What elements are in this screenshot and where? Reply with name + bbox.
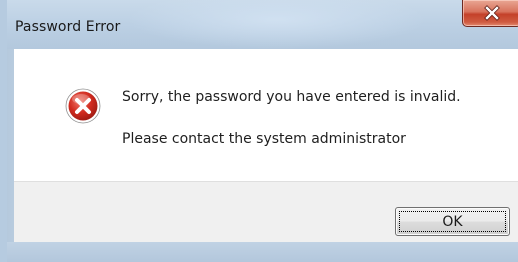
ok-button[interactable]: OK <box>395 207 510 236</box>
ok-button-label: OK <box>399 211 506 232</box>
close-button[interactable] <box>462 0 518 27</box>
close-icon <box>484 5 500 21</box>
dialog-title: Password Error <box>15 19 121 35</box>
window-bottom-border <box>7 242 518 262</box>
error-message-primary: Sorry, the password you have entered is … <box>122 89 461 105</box>
title-bar[interactable]: Password Error <box>7 0 518 49</box>
error-icon <box>65 88 101 124</box>
dialog-window: Password Error Sorry, the password you h… <box>0 0 518 262</box>
error-message-secondary: Please contact the system administrator <box>122 131 406 147</box>
title-bar-glow <box>127 0 427 49</box>
